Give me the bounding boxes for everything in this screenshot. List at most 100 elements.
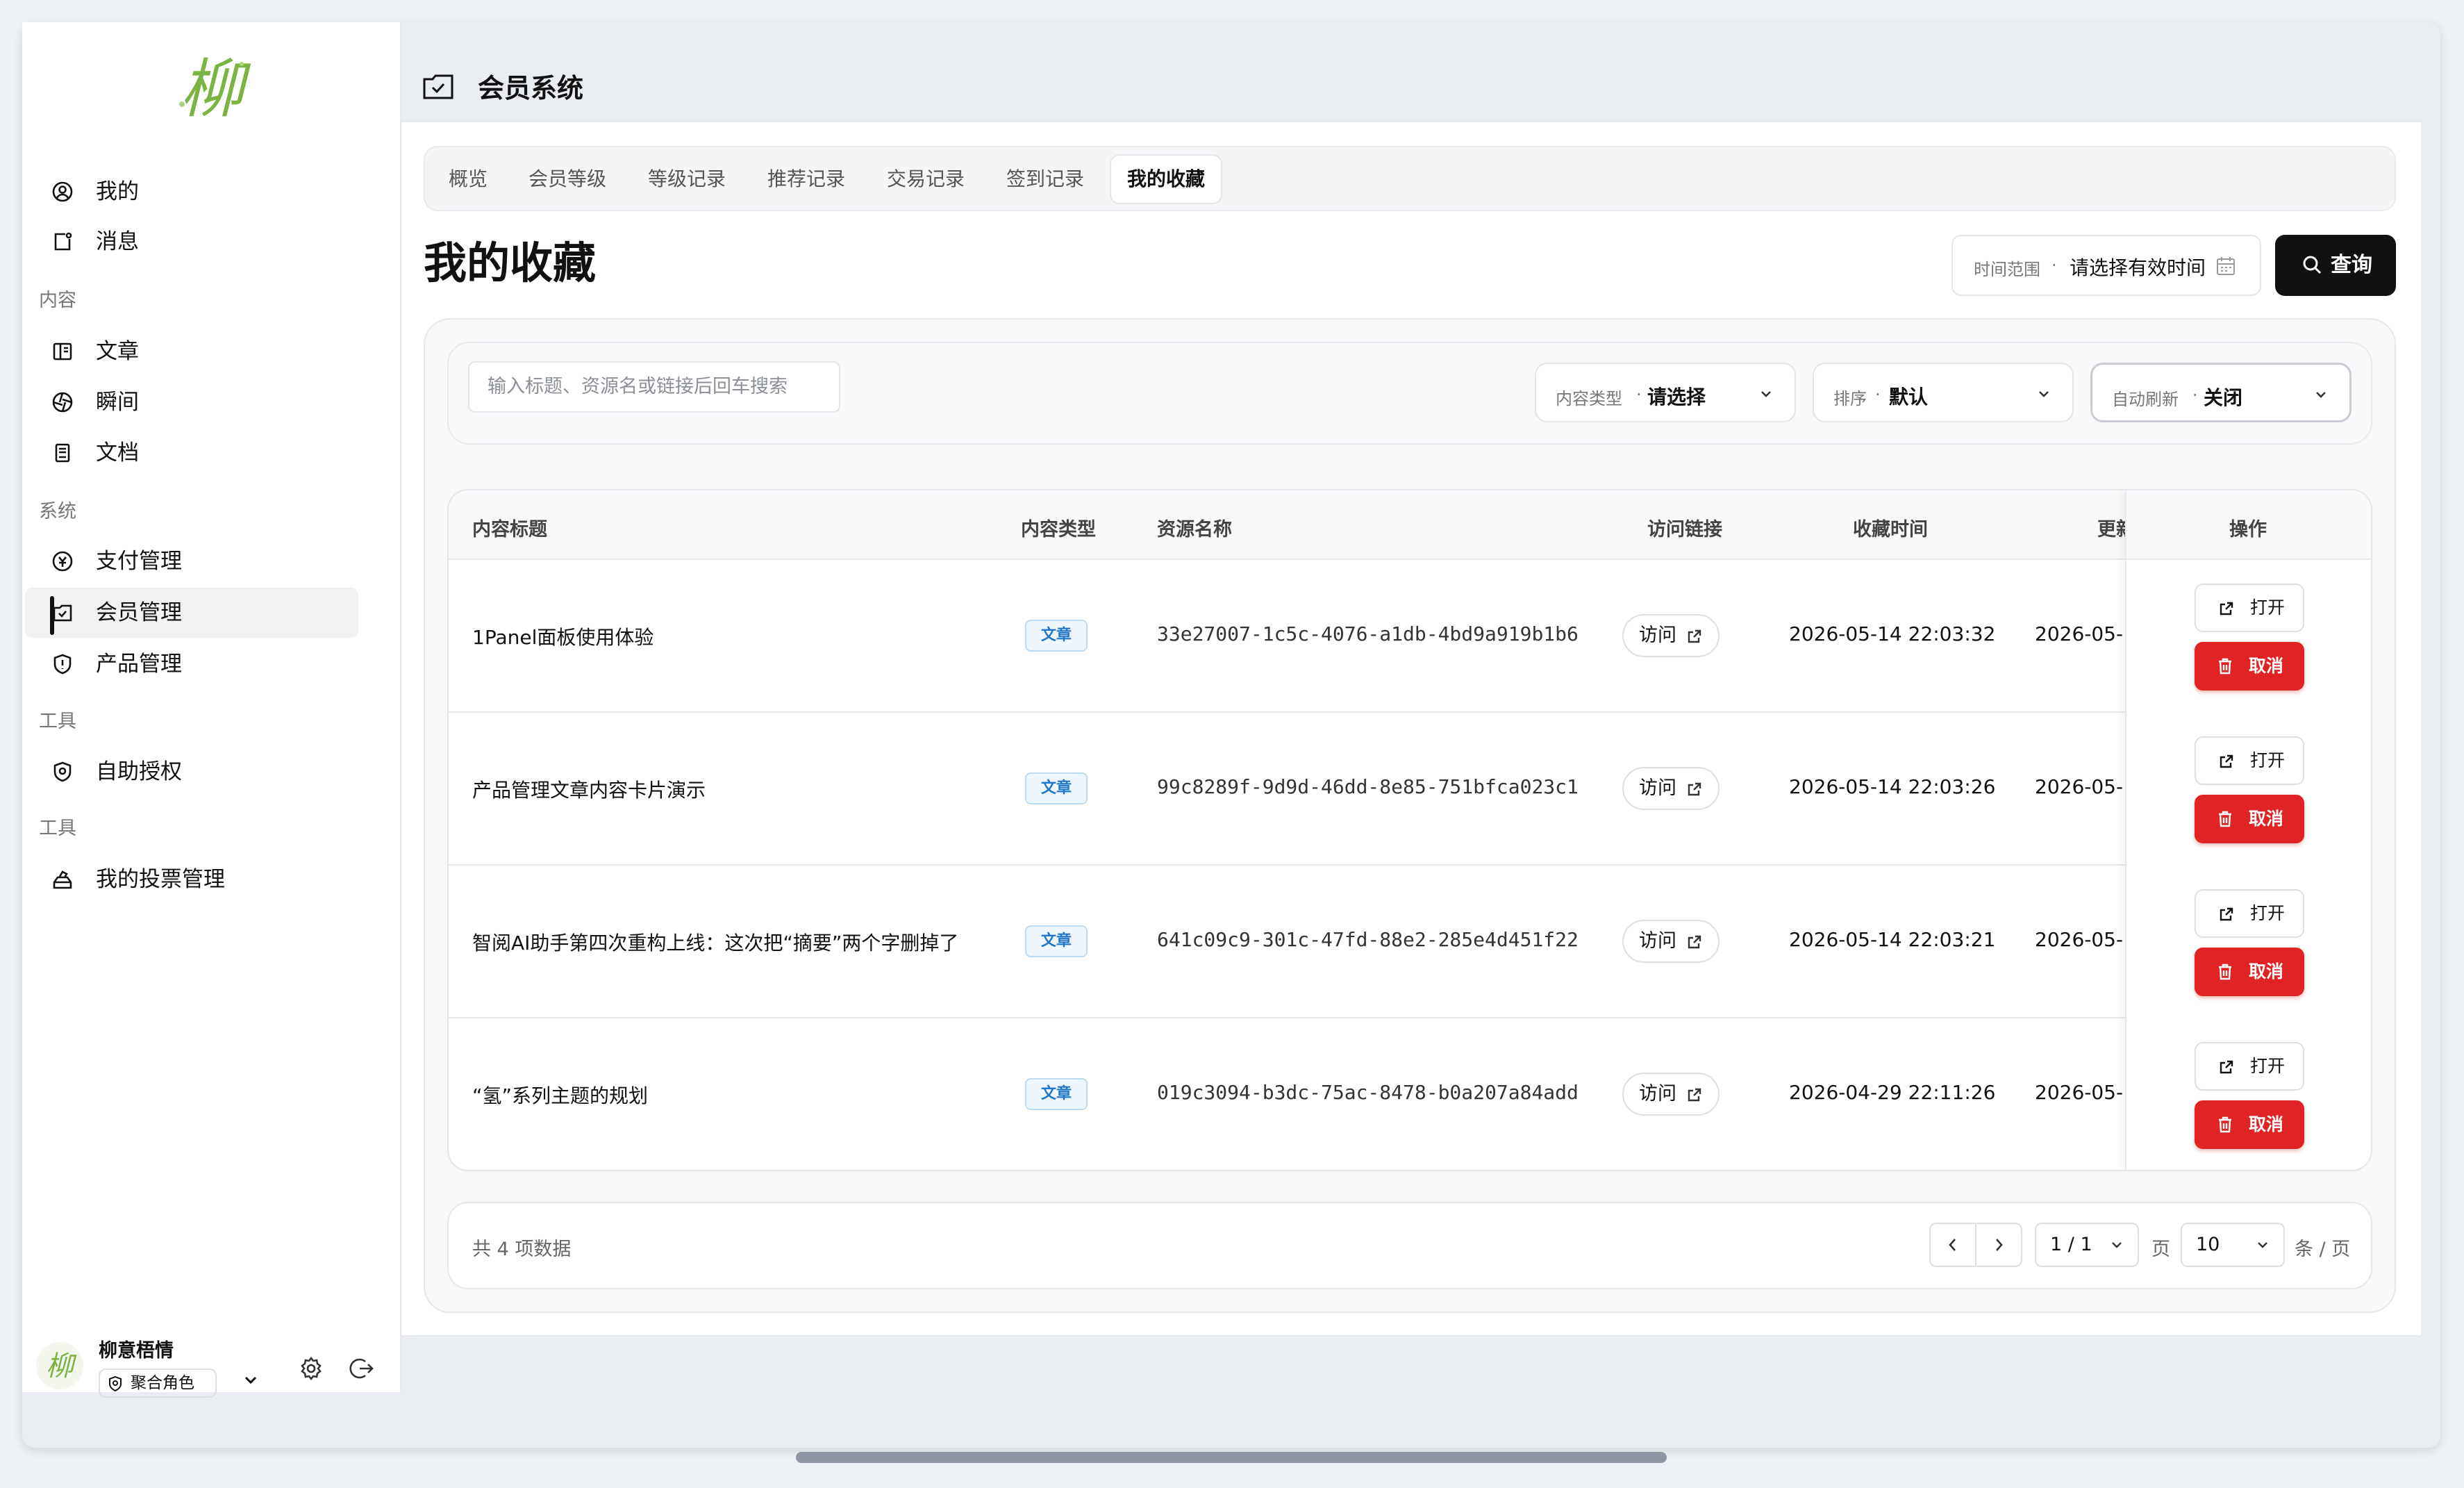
page-size-select[interactable]: 10 bbox=[2181, 1223, 2285, 1267]
open-button[interactable]: 打开 bbox=[2195, 1042, 2304, 1091]
trash-icon bbox=[2217, 810, 2233, 828]
next-page-button[interactable] bbox=[1975, 1223, 2022, 1267]
book-open-icon bbox=[51, 340, 74, 363]
time-range-picker[interactable]: 时间范围 · 请选择有效时间 bbox=[1951, 235, 2261, 296]
time-range-value: 请选择有效时间 bbox=[2070, 256, 2206, 279]
calendar-icon bbox=[2215, 256, 2236, 276]
shield-badge-icon bbox=[51, 761, 74, 783]
open-button[interactable]: 打开 bbox=[2195, 889, 2304, 938]
member-icon bbox=[51, 602, 74, 624]
query-label: 查询 bbox=[2331, 253, 2372, 277]
tab-transaction-records[interactable]: 交易记录 bbox=[874, 154, 978, 204]
visit-link-button[interactable]: 访问 bbox=[1622, 920, 1720, 963]
filter-value: 请选择 bbox=[1647, 386, 1706, 408]
sidebar-item-articles[interactable]: 文章 bbox=[25, 326, 358, 377]
gear-icon[interactable] bbox=[297, 1355, 325, 1382]
sidebar-item-members[interactable]: 会员管理 bbox=[25, 588, 358, 638]
row-resource: 99c8289f-9d9d-46dd-8e85-751bfca023c1 bbox=[1157, 775, 1579, 798]
sort-select[interactable]: 排序 · 默认 bbox=[1813, 363, 2074, 422]
row-resource: 019c3094-b3dc-75ac-8478-b0a207a84add bbox=[1157, 1081, 1579, 1104]
sidebar-item-vote-manage[interactable]: 我的投票管理 bbox=[25, 854, 358, 904]
search-input[interactable]: 输入标题、资源名或链接后回车搜索 bbox=[468, 361, 840, 413]
cancel-favorite-button[interactable]: 取消 bbox=[2195, 642, 2304, 691]
column-header-actions: 操作 bbox=[2229, 519, 2267, 540]
page-size-value: 10 bbox=[2196, 1234, 2220, 1255]
chevron-down-icon[interactable] bbox=[240, 1370, 261, 1391]
content-type-select[interactable]: 内容类型 · 请选择 bbox=[1535, 363, 1796, 422]
open-button[interactable]: 打开 bbox=[2195, 584, 2304, 632]
visit-link-button[interactable]: 访问 bbox=[1622, 1073, 1720, 1116]
tab-my-favorites[interactable]: 我的收藏 bbox=[1110, 154, 1222, 204]
table-row: 智阅AI助手第四次重构上线：这次把“摘要”两个字删掉了 文章 641c09c9-… bbox=[449, 866, 2371, 1018]
avatar[interactable]: 柳 bbox=[36, 1342, 83, 1389]
cancel-favorite-button[interactable]: 取消 bbox=[2195, 948, 2304, 996]
horizontal-scrollbar[interactable] bbox=[796, 1452, 1667, 1463]
shield-icon bbox=[107, 1375, 124, 1392]
column-header-type: 内容类型 bbox=[1021, 519, 1096, 540]
pagination-bar: 共 4 项数据 1 / 1 页 10 条 / 页 bbox=[447, 1202, 2372, 1289]
page-select[interactable]: 1 / 1 bbox=[2035, 1223, 2139, 1267]
open-button[interactable]: 打开 bbox=[2195, 736, 2304, 785]
column-header-resource: 资源名称 bbox=[1157, 519, 1232, 540]
row-updated: 2026-05- bbox=[2035, 928, 2124, 951]
page-title: 我的收藏 bbox=[424, 238, 597, 288]
query-button[interactable]: 查询 bbox=[2275, 235, 2396, 296]
sidebar-item-label: 消息 bbox=[96, 229, 139, 254]
section-label-content: 内容 bbox=[39, 290, 76, 311]
column-header-time: 收藏时间 bbox=[1853, 519, 1928, 540]
auto-refresh-select[interactable]: 自动刷新 · 关闭 bbox=[2090, 363, 2351, 422]
role-selector[interactable]: 聚合角色 bbox=[99, 1369, 217, 1398]
chevron-down-icon bbox=[2312, 386, 2330, 404]
total-count: 共 4 项数据 bbox=[472, 1239, 572, 1260]
prev-page-button[interactable] bbox=[1929, 1223, 1976, 1267]
sidebar-item-payment[interactable]: 支付管理 bbox=[25, 536, 358, 586]
type-badge: 文章 bbox=[1025, 925, 1088, 957]
tab-checkin-records[interactable]: 签到记录 bbox=[993, 154, 1097, 204]
visit-link-button[interactable]: 访问 bbox=[1622, 614, 1720, 657]
search-icon bbox=[2301, 254, 2322, 275]
operations-header: 操作 bbox=[2126, 490, 2371, 560]
tab-member-level[interactable]: 会员等级 bbox=[515, 154, 619, 204]
row-title: 产品管理文章内容卡片演示 bbox=[472, 779, 706, 802]
external-link-icon bbox=[1686, 781, 1703, 797]
external-link-icon bbox=[2218, 1059, 2235, 1075]
row-time: 2026-05-14 22:03:26 bbox=[1789, 775, 1996, 798]
shield-icon bbox=[51, 653, 74, 675]
member-icon bbox=[422, 72, 454, 100]
filter-separator: · bbox=[2192, 386, 2198, 405]
cancel-favorite-button[interactable]: 取消 bbox=[2195, 1100, 2304, 1149]
sidebar-item-products[interactable]: 产品管理 bbox=[25, 639, 358, 689]
page-unit: 页 bbox=[2151, 1239, 2170, 1260]
filter-separator: · bbox=[1636, 385, 1642, 404]
row-title: “氢”系列主题的规划 bbox=[472, 1084, 649, 1107]
sidebar-item-label: 会员管理 bbox=[96, 600, 182, 625]
document-icon bbox=[51, 442, 74, 464]
user-name: 柳意梧情 bbox=[99, 1340, 174, 1362]
sidebar-item-moments[interactable]: 瞬间 bbox=[25, 377, 358, 427]
message-icon bbox=[51, 231, 74, 253]
chevron-down-icon bbox=[2108, 1237, 2125, 1253]
tab-referral-records[interactable]: 推荐记录 bbox=[754, 154, 858, 204]
filter-label: 自动刷新 bbox=[2112, 390, 2179, 409]
sidebar-item-docs[interactable]: 文档 bbox=[25, 428, 358, 478]
sidebar-item-messages[interactable]: 消息 bbox=[25, 217, 358, 267]
logout-icon[interactable] bbox=[347, 1355, 375, 1382]
sidebar-item-mine[interactable]: 我的 bbox=[25, 167, 358, 217]
row-updated: 2026-05- bbox=[2035, 622, 2124, 645]
visit-link-button[interactable]: 访问 bbox=[1622, 767, 1720, 810]
sidebar-item-self-auth[interactable]: 自助授权 bbox=[25, 747, 358, 797]
trash-icon bbox=[2217, 963, 2233, 981]
page-header-title: 会员系统 bbox=[478, 73, 584, 104]
row-title: 智阅AI助手第四次重构上线：这次把“摘要”两个字删掉了 bbox=[472, 932, 959, 954]
external-link-icon bbox=[1686, 1086, 1703, 1103]
svg-text:柳: 柳 bbox=[46, 1350, 77, 1382]
tab-overview[interactable]: 概览 bbox=[439, 154, 497, 204]
external-link-icon bbox=[1686, 628, 1703, 645]
site-logo[interactable]: 柳 bbox=[160, 36, 264, 140]
open-label: 打开 bbox=[2250, 903, 2286, 923]
tab-level-records[interactable]: 等级记录 bbox=[635, 154, 739, 204]
section-label-system: 系统 bbox=[39, 501, 76, 522]
sidebar-item-label: 文章 bbox=[96, 339, 139, 364]
cancel-favorite-button[interactable]: 取消 bbox=[2195, 795, 2304, 843]
table-header: 内容标题 内容类型 资源名称 访问链接 收藏时间 更新 bbox=[449, 490, 2371, 560]
